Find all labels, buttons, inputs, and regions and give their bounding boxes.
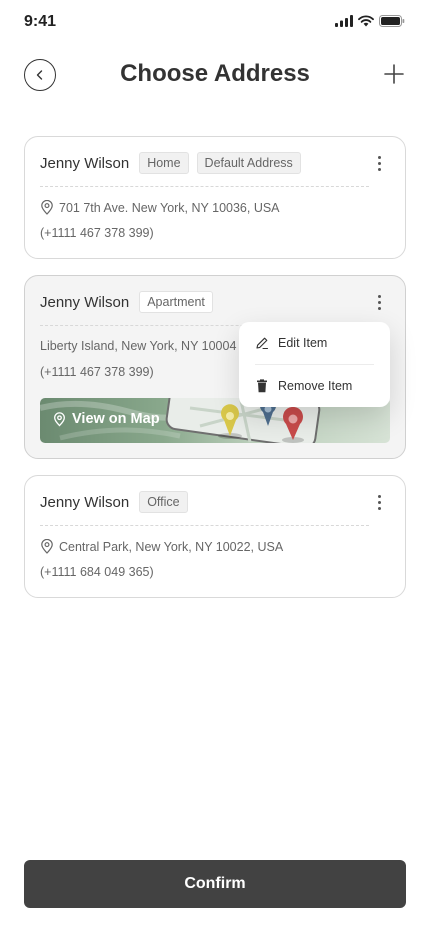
confirm-button[interactable]: Confirm: [24, 860, 406, 908]
divider: [40, 525, 369, 526]
tag-default-address: Default Address: [196, 152, 301, 174]
address-row: 701 7th Ave. New York, NY 10036, USA: [40, 200, 280, 215]
more-options-button[interactable]: [373, 153, 385, 173]
context-menu: Edit Item Remove Item: [239, 322, 390, 407]
tag-home: Home: [139, 152, 189, 174]
address-card-home[interactable]: Jenny Wilson Home Default Address 701 7t…: [24, 136, 406, 259]
card-header: Jenny Wilson Apartment: [40, 290, 213, 314]
wifi-icon: [358, 15, 374, 27]
recipient-name: Jenny Wilson: [40, 293, 130, 311]
phone-text: (+1111 467 378 399): [40, 226, 154, 240]
address-text: 701 7th Ave. New York, NY 10036, USA: [59, 200, 280, 215]
location-pin-icon: [41, 200, 53, 215]
status-time: 9:41: [24, 13, 57, 30]
address-row: Liberty Island, New York, NY 10004: [40, 339, 236, 353]
page-title: Choose Address: [120, 60, 310, 87]
remove-item-button[interactable]: Remove Item: [255, 379, 352, 393]
add-address-button[interactable]: [382, 62, 406, 86]
more-options-button[interactable]: [373, 292, 385, 312]
pencil-icon: [256, 337, 269, 350]
more-vertical-icon: [377, 155, 381, 159]
tag-apartment: Apartment: [139, 291, 213, 313]
address-text: Central Park, New York, NY 10022, USA: [59, 539, 284, 554]
map-button-label: View on Map: [72, 411, 160, 427]
signal-icon: [335, 15, 353, 27]
map-label: View on Map: [53, 411, 160, 427]
location-pin-icon: [54, 411, 65, 426]
tag-office: Office: [139, 491, 188, 513]
battery-icon: [379, 15, 405, 27]
menu-divider: [255, 364, 374, 365]
trash-icon: [257, 379, 267, 393]
status-icons: [335, 15, 405, 27]
location-pin-icon: [41, 539, 53, 554]
status-bar: 9:41: [0, 0, 430, 44]
card-header: Jenny Wilson Home Default Address: [40, 151, 301, 175]
plus-icon: [384, 64, 404, 84]
remove-item-label: Remove Item: [278, 379, 353, 393]
phone-text: (+1111 684 049 365): [40, 565, 154, 579]
phone-text: (+1111 467 378 399): [40, 365, 154, 379]
more-vertical-icon: [377, 294, 381, 298]
recipient-name: Jenny Wilson: [40, 154, 130, 172]
recipient-name: Jenny Wilson: [40, 493, 130, 511]
divider: [40, 186, 369, 187]
more-vertical-icon: [377, 494, 381, 498]
edit-item-button[interactable]: Edit Item: [255, 336, 327, 350]
header: Choose Address: [0, 56, 430, 96]
more-options-button[interactable]: [373, 492, 385, 512]
address-card-office[interactable]: Jenny Wilson Office Central Park, New Yo…: [24, 475, 406, 598]
card-header: Jenny Wilson Office: [40, 490, 188, 514]
address-text: Liberty Island, New York, NY 10004: [40, 339, 237, 353]
edit-item-label: Edit Item: [278, 336, 328, 350]
address-row: Central Park, New York, NY 10022, USA: [40, 539, 283, 554]
